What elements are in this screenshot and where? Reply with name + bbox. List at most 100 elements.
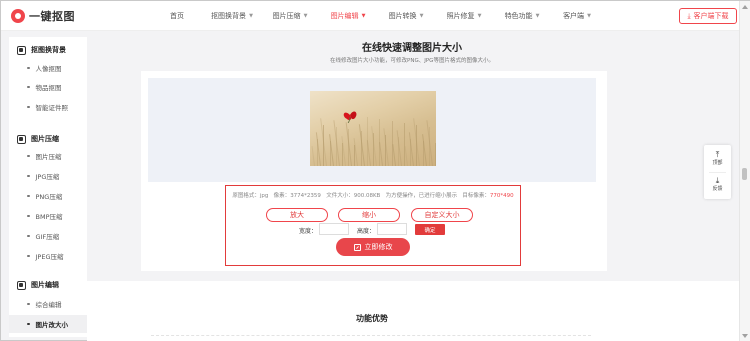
nav-item[interactable]: 图片编辑 ▼ xyxy=(319,1,377,31)
features-title: 功能优势 xyxy=(356,314,388,323)
nav-item-label: 照片修复 xyxy=(446,12,475,20)
sidebar: 抠图换背景 人像抠图 物品抠图 智能证件照 图片压缩 图片压缩 JPG压缩 PNG压缩 BMP压… xyxy=(9,37,87,337)
sidebar-item-label: 物品抠图 xyxy=(35,84,62,92)
client-download-button[interactable]: ⤓ 客户端下载 xyxy=(679,8,737,24)
top-navbar: 一键抠图 首页 抠图换背景 ▼ 图片压缩 ▼ 图片编辑 ▼ 图片转换 ▼ 照片修复 ▼ 特色功能 ▼ 客户… xyxy=(1,1,739,31)
enlarge-button[interactable]: 放大 xyxy=(266,208,328,222)
nav-item[interactable]: 抠图换背景 ▼ xyxy=(203,1,261,31)
sidebar-item[interactable]: 综合编辑 xyxy=(9,295,87,313)
sidebar-item[interactable]: PNG压缩 xyxy=(9,187,87,205)
chevron-down-icon: ▼ xyxy=(361,13,366,19)
sidebar-item[interactable]: 图片改大小 xyxy=(9,315,87,333)
sidebar-item[interactable]: BMP压缩 xyxy=(9,207,87,225)
page-scrollbar[interactable] xyxy=(739,1,750,341)
logo[interactable]: 一键抠图 xyxy=(11,8,75,24)
scrollbar-thumb[interactable] xyxy=(742,168,747,180)
floater-divider xyxy=(709,172,726,173)
sidebar-item[interactable]: 图片压缩 xyxy=(9,147,87,165)
width-input[interactable] xyxy=(319,223,349,235)
target-pixels-value: 770*490 xyxy=(489,193,514,199)
nav-item-label: 特色功能 xyxy=(504,12,533,20)
chevron-down-icon: ▼ xyxy=(419,13,424,19)
nav-item[interactable]: 首页 xyxy=(151,1,203,31)
nav-item[interactable]: 特色功能 ▼ xyxy=(493,1,551,31)
sidebar-item[interactable]: 物品抠图 xyxy=(9,78,87,96)
client-download-label: 客户端下载 xyxy=(693,12,729,20)
nav-item-label: 图片转换 xyxy=(388,12,417,20)
nav-item[interactable]: 照片修复 ▼ xyxy=(435,1,493,31)
sidebar-group-title: 图片压缩 xyxy=(31,135,59,143)
sidebar-group-title: 图片编辑 xyxy=(31,281,59,289)
bullet-icon xyxy=(27,85,30,89)
shrink-button[interactable]: 缩小 xyxy=(338,208,400,222)
bullet-icon xyxy=(27,322,30,326)
logo-icon xyxy=(11,9,25,23)
floating-toolbar: ⤒ 顶部 ⤓ 反馈 xyxy=(704,145,731,199)
sidebar-group-header[interactable]: 抠图换背景 xyxy=(17,45,66,55)
page-title: 在线快速调整图片大小 xyxy=(362,43,462,54)
sidebar-group-title: 抠图换背景 xyxy=(31,46,66,54)
sidebar-item-label: JPG压缩 xyxy=(35,173,60,181)
feedback-label: 反馈 xyxy=(712,186,723,192)
chevron-down-icon: ▼ xyxy=(535,13,540,19)
back-to-top-button[interactable]: ⤒ 顶部 xyxy=(704,150,731,166)
nav-item[interactable]: 图片转换 ▼ xyxy=(377,1,435,31)
bullet-icon xyxy=(27,154,30,158)
bullet-icon xyxy=(27,214,30,218)
sidebar-item[interactable]: JPEG压缩 xyxy=(9,247,87,265)
scroll-up-arrow-icon[interactable] xyxy=(742,5,748,9)
edit-icon xyxy=(17,280,26,290)
edit-icon xyxy=(353,243,361,251)
bullet-icon xyxy=(27,302,30,306)
wheat-stalk xyxy=(358,124,365,166)
feedback-button[interactable]: ⤓ 反馈 xyxy=(704,176,731,192)
chevron-down-icon: ▼ xyxy=(587,13,591,19)
feedback-icon: ⤓ xyxy=(715,176,720,185)
sidebar-item-label: PNG压缩 xyxy=(35,193,63,201)
nav-item-label: 客户端 xyxy=(563,12,585,20)
nav-item-label: 图片压缩 xyxy=(272,12,301,20)
back-to-top-label: 顶部 xyxy=(712,160,723,166)
sidebar-item-label: JPEG压缩 xyxy=(35,253,64,261)
sidebar-item-label: 图片改大小 xyxy=(35,321,69,329)
sidebar-group-header[interactable]: 图片压缩 xyxy=(17,134,59,144)
sidebar-item-label: 人像抠图 xyxy=(35,65,62,73)
sidebar-item[interactable]: GIF压缩 xyxy=(9,227,87,245)
custom-size-button[interactable]: 自定义大小 xyxy=(411,208,473,222)
download-icon: ⤓ xyxy=(687,11,691,20)
nav-item[interactable]: 客户端 ▼ xyxy=(551,1,603,31)
wheat-stalk xyxy=(404,146,408,166)
height-input[interactable] xyxy=(377,223,407,235)
wheat-stalk xyxy=(311,146,315,166)
height-label: 高度： xyxy=(357,228,376,235)
bullet-icon xyxy=(27,254,30,258)
nav-item-label: 图片编辑 xyxy=(330,12,359,20)
nav-item[interactable]: 图片压缩 ▼ xyxy=(261,1,319,31)
sidebar-item-label: 图片压缩 xyxy=(35,153,62,161)
confirm-size-button[interactable]: 确定 xyxy=(415,224,445,235)
scroll-down-arrow-icon[interactable] xyxy=(742,334,748,338)
bullet-icon xyxy=(27,174,30,178)
sidebar-item[interactable]: 智能证件照 xyxy=(9,98,87,116)
features-divider xyxy=(151,335,591,336)
wheat-stalk xyxy=(434,143,436,166)
chevron-down-icon: ▼ xyxy=(477,13,482,19)
nav-item-label: 抠图换背景 xyxy=(211,12,247,20)
bullet-icon xyxy=(27,66,30,70)
apply-resize-button[interactable]: 立即修改 xyxy=(336,238,410,256)
chevron-down-icon: ▼ xyxy=(303,13,308,19)
width-label: 宽度： xyxy=(299,228,318,235)
sidebar-item-label: GIF压缩 xyxy=(35,233,60,241)
image-info-line: 原图格式：jpg 像素：3774*2359 文件大小：900.08KB 为方便操… xyxy=(232,193,514,199)
compress-icon xyxy=(17,134,26,144)
sidebar-item[interactable]: 人像抠图 xyxy=(9,59,87,77)
bullet-icon xyxy=(27,105,30,109)
sidebar-group-header[interactable]: 图片编辑 xyxy=(17,280,59,290)
sidebar-item-label: 综合编辑 xyxy=(35,301,62,309)
sidebar-item-label: BMP压缩 xyxy=(35,213,63,221)
sidebar-item[interactable]: JPG压缩 xyxy=(9,167,87,185)
preview-image xyxy=(310,91,436,166)
arrow-to-top-icon: ⤒ xyxy=(715,150,720,159)
apply-resize-label: 立即修改 xyxy=(364,243,393,251)
chevron-down-icon: ▼ xyxy=(249,13,253,19)
